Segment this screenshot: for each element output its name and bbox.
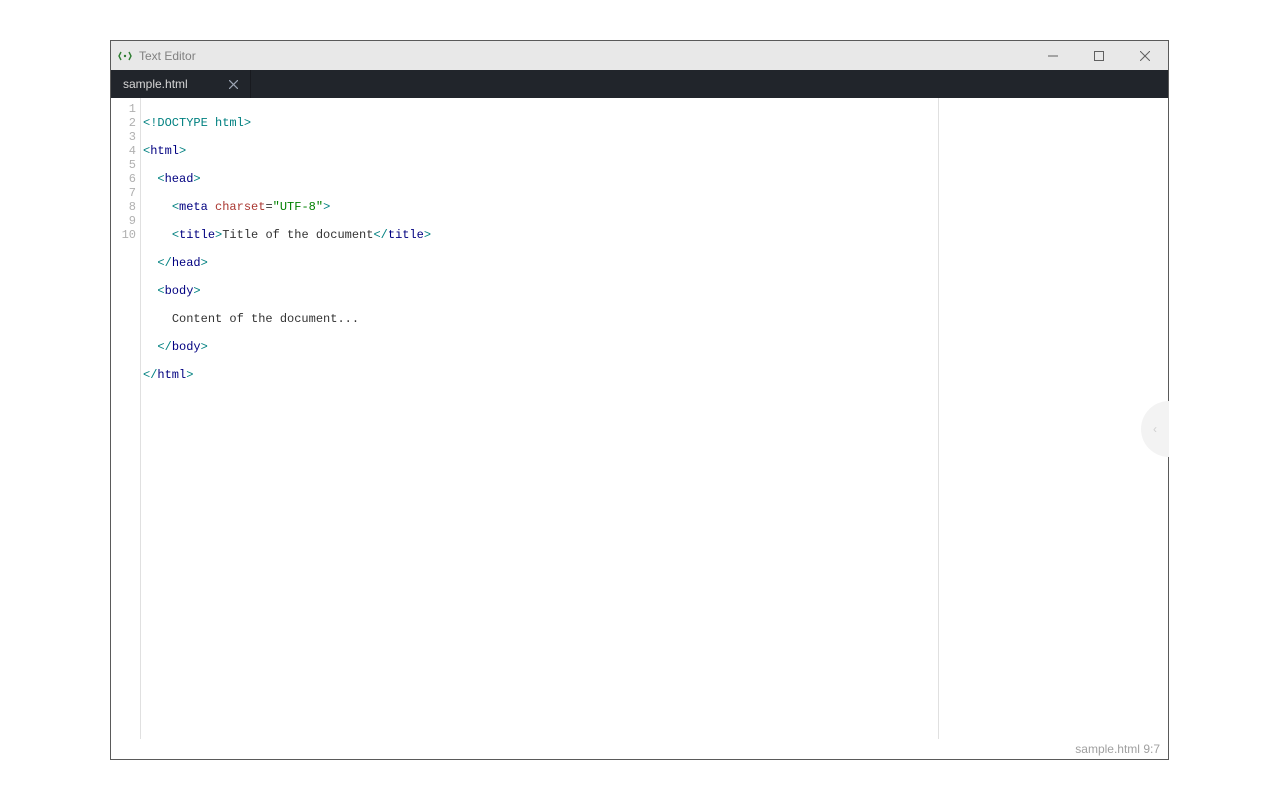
code-token: < [157, 172, 164, 186]
editor-area: 1 2 3 4 5 6 7 8 9 10 <!DOCTYPE html> < ht… [111, 98, 1168, 739]
code-token: title [388, 228, 424, 242]
maximize-button[interactable] [1076, 41, 1122, 70]
code-token: > [201, 256, 208, 270]
line-number: 6 [111, 172, 140, 186]
code-token [143, 312, 172, 326]
code-token: = [265, 200, 272, 214]
code-token [143, 228, 172, 242]
code-token: head [165, 172, 194, 186]
titlebar[interactable]: Text Editor [111, 41, 1168, 70]
close-icon[interactable] [226, 77, 240, 91]
code-token: </ [157, 256, 171, 270]
code-token: <!DOCTYPE html> [143, 116, 251, 130]
app-title: Text Editor [139, 49, 196, 63]
code-token: < [172, 228, 179, 242]
minimize-button[interactable] [1030, 41, 1076, 70]
tab-sample-html[interactable]: sample.html [111, 70, 251, 98]
line-number: 7 [111, 186, 140, 200]
line-number: 2 [111, 116, 140, 130]
line-number: 8 [111, 200, 140, 214]
close-button[interactable] [1122, 41, 1168, 70]
code-token: Content of the document... [172, 312, 359, 326]
minimap[interactable] [938, 98, 1168, 739]
line-number: 4 [111, 144, 140, 158]
code-token: > [193, 284, 200, 298]
code-token [143, 200, 172, 214]
code-token: html [157, 368, 186, 382]
code-token: > [186, 368, 193, 382]
code-token: title [179, 228, 215, 242]
tab-label: sample.html [123, 77, 218, 91]
code-editor[interactable]: <!DOCTYPE html> <html> <head> <meta char… [141, 98, 938, 739]
status-bar: sample.html 9:7 [111, 739, 1168, 759]
line-number: 9 [111, 214, 140, 228]
app-icon [117, 48, 133, 64]
tab-bar: sample.html [111, 70, 1168, 98]
code-token: Title of the document [222, 228, 373, 242]
status-cursor-position[interactable]: 9:7 [1143, 742, 1160, 756]
code-token: </ [373, 228, 387, 242]
editor-window: Text Editor sample.html 1 2 3 4 5 [110, 40, 1169, 760]
code-token: > [179, 144, 186, 158]
chevron-left-icon: ‹ [1153, 422, 1157, 436]
code-token: meta [179, 200, 208, 214]
line-gutter: 1 2 3 4 5 6 7 8 9 10 [111, 98, 141, 739]
code-token [208, 200, 215, 214]
code-token: </ [157, 340, 171, 354]
code-token: head [172, 256, 201, 270]
code-token: "UTF-8" [273, 200, 323, 214]
status-filename[interactable]: sample.html [1075, 742, 1140, 756]
line-number: 10 [111, 228, 140, 242]
code-token [143, 284, 157, 298]
code-token: body [165, 284, 194, 298]
code-token: </ [143, 368, 157, 382]
window-controls [1030, 41, 1168, 70]
code-token: > [323, 200, 330, 214]
line-number: 3 [111, 130, 140, 144]
code-token [143, 172, 157, 186]
code-token [143, 256, 157, 270]
code-token: charset [215, 200, 265, 214]
line-number: 1 [111, 102, 140, 116]
line-number: 5 [111, 158, 140, 172]
code-token: > [201, 340, 208, 354]
code-token: body [172, 340, 201, 354]
code-token [143, 340, 157, 354]
code-token: > [424, 228, 431, 242]
code-token: < [157, 284, 164, 298]
code-token: < [172, 200, 179, 214]
code-token: html [150, 144, 179, 158]
code-token: > [193, 172, 200, 186]
